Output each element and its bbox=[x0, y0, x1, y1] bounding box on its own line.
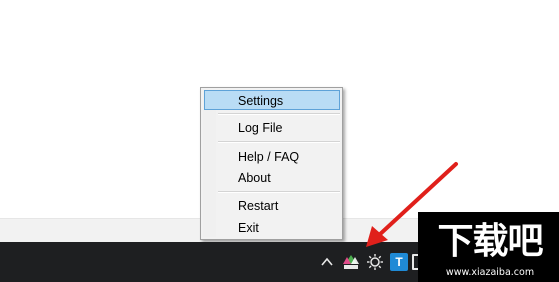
menu-item-log-file[interactable]: Log File bbox=[204, 117, 340, 137]
brightness-icon[interactable] bbox=[366, 253, 384, 271]
menu-item-help-faq[interactable]: Help / FAQ bbox=[204, 146, 340, 166]
app-tray-icon[interactable] bbox=[342, 253, 360, 271]
menu-item-exit[interactable]: Exit bbox=[204, 217, 340, 237]
chevron-up-icon[interactable] bbox=[320, 255, 334, 269]
menu-item-restart[interactable]: Restart bbox=[204, 195, 340, 215]
menu-item-about[interactable]: About bbox=[204, 167, 340, 187]
watermark-title: 下载吧 bbox=[437, 221, 543, 262]
menu-separator bbox=[218, 191, 340, 193]
menu-separator bbox=[218, 113, 340, 115]
menu-item-settings[interactable]: Settings bbox=[204, 90, 340, 110]
watermark-logo: 下载吧 www.xiazaiba.com bbox=[418, 212, 559, 282]
t-app-icon[interactable]: T bbox=[390, 253, 408, 271]
tray-context-menu: Settings Log File Help / FAQ About Resta… bbox=[200, 87, 343, 240]
watermark-url: www.xiazaiba.com bbox=[445, 267, 535, 278]
menu-separator bbox=[218, 141, 340, 143]
